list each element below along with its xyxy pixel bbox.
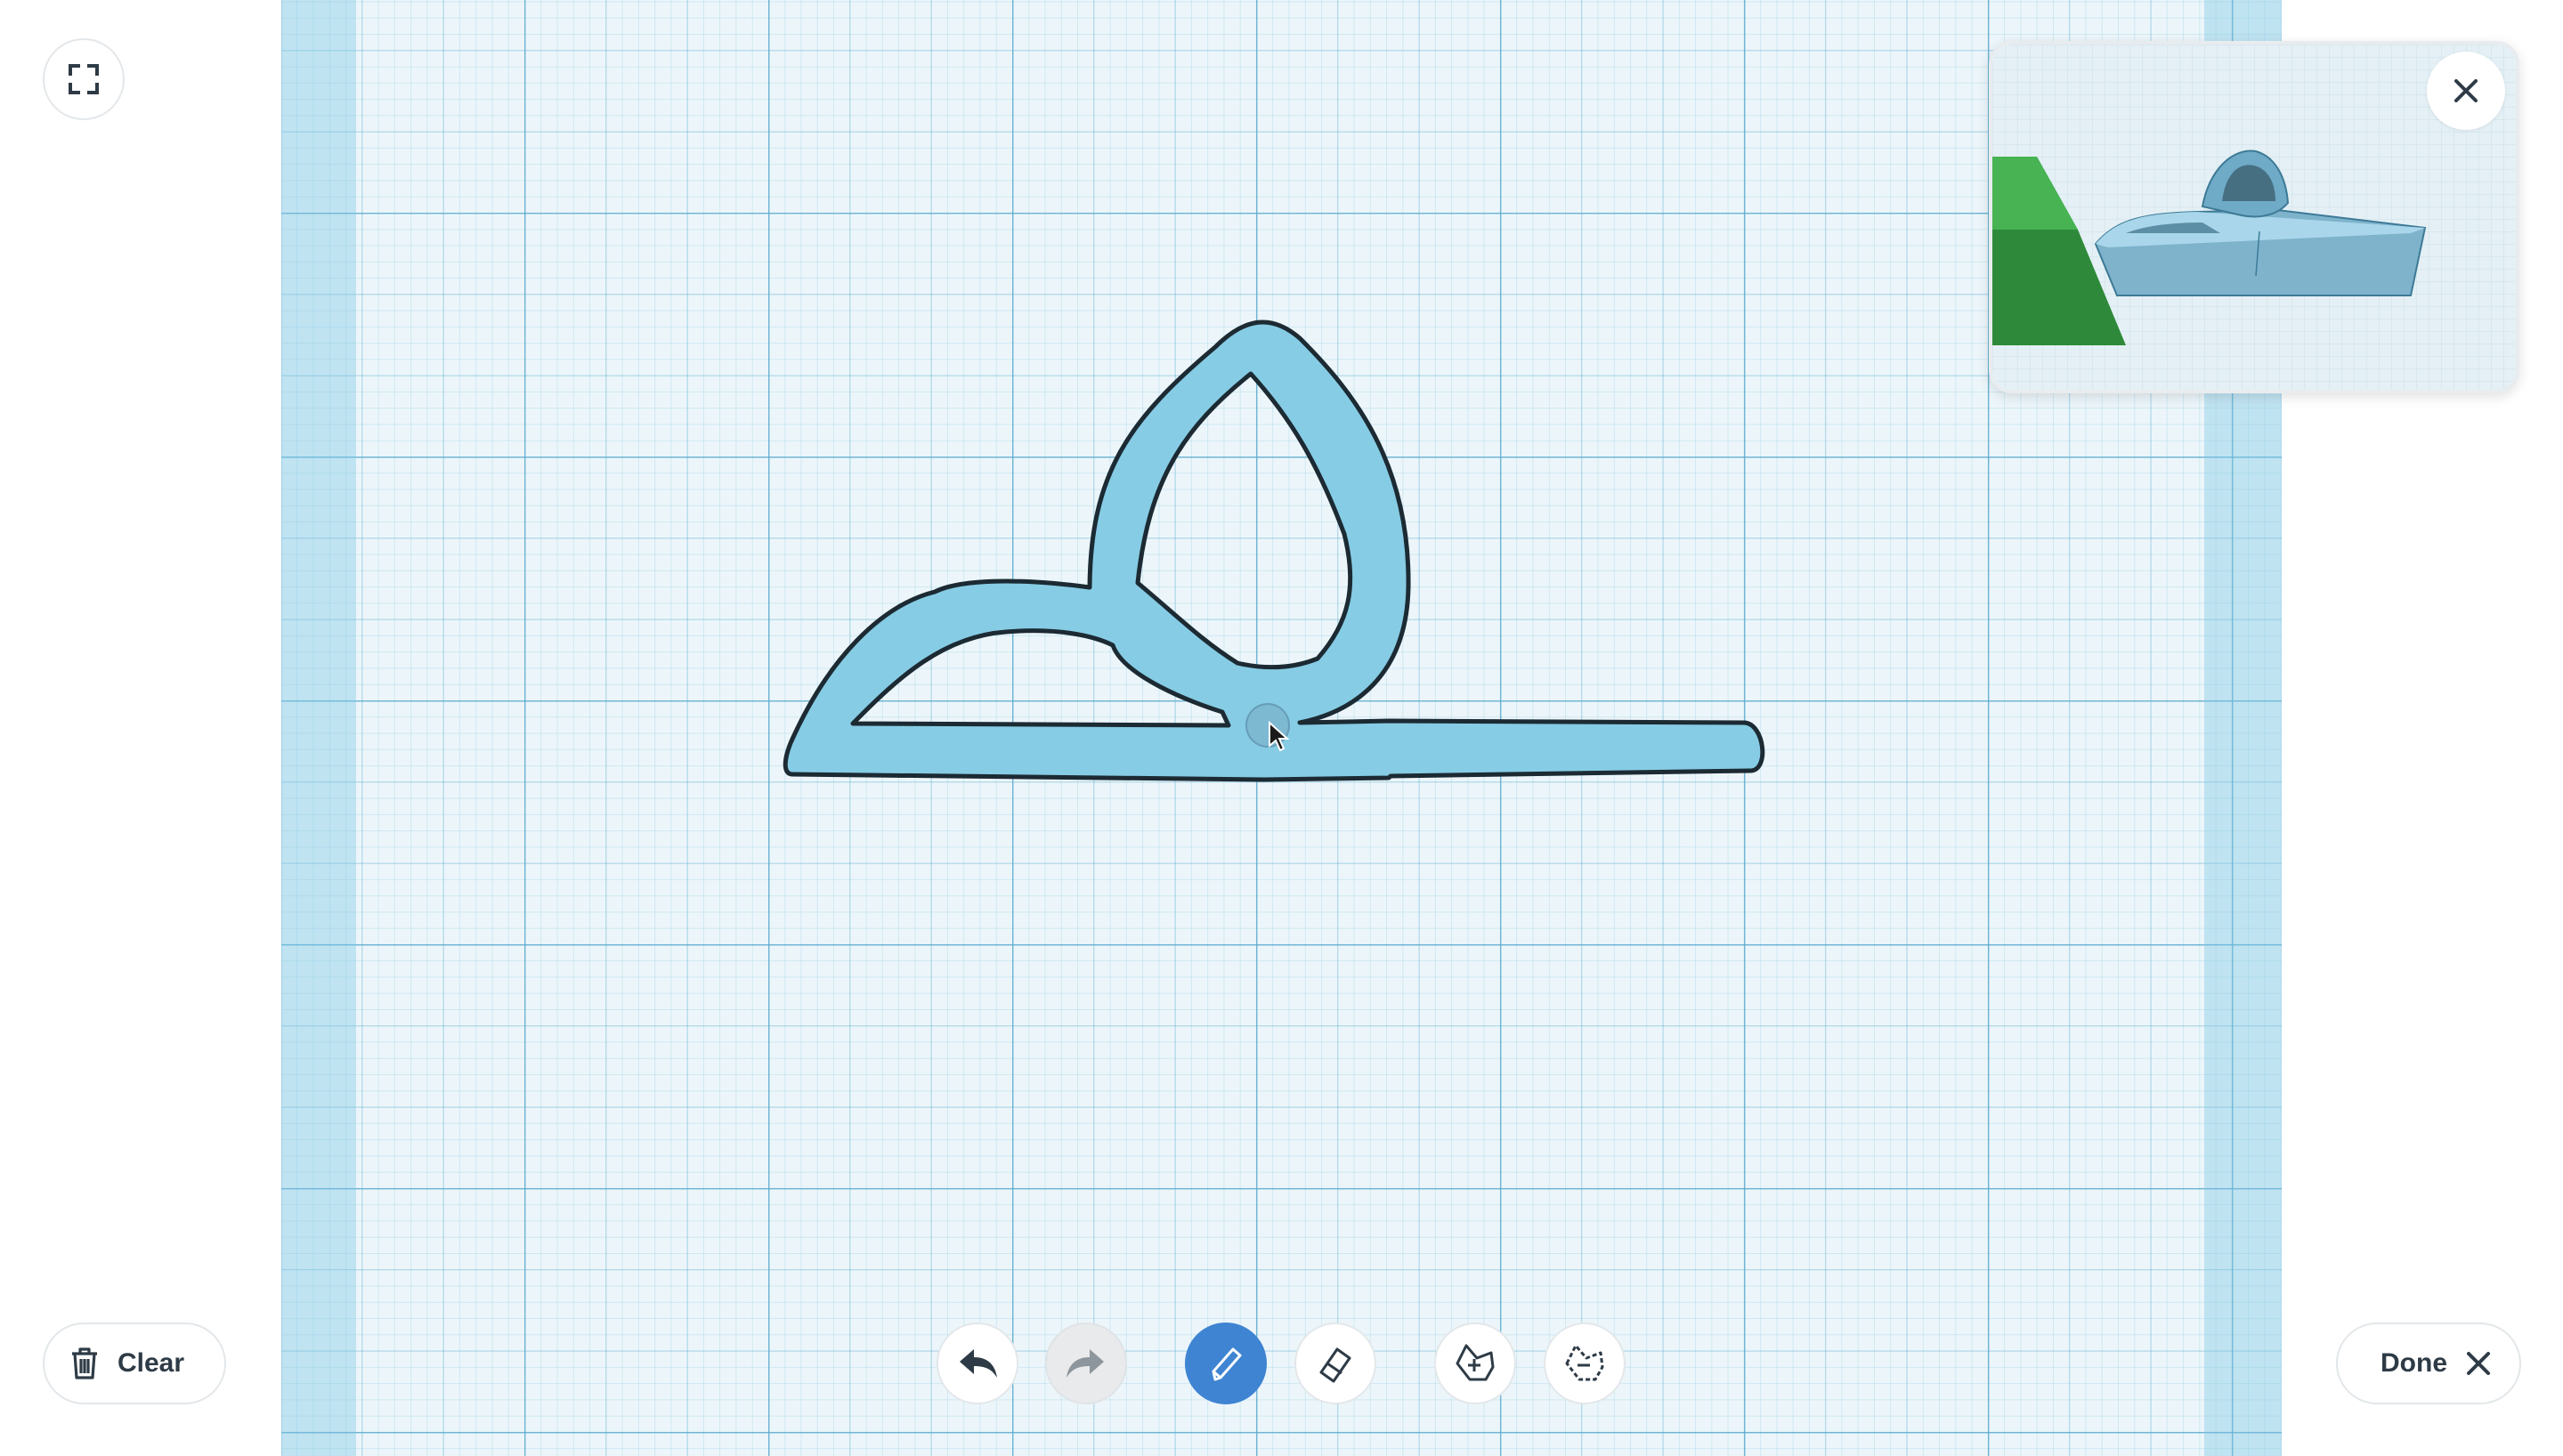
- close-icon: [2454, 79, 2478, 102]
- pencil-tool-button[interactable]: [1185, 1323, 1267, 1404]
- preview-close-button[interactable]: [2427, 52, 2505, 130]
- close-icon: [2467, 1352, 2490, 1375]
- pencil-icon: [1212, 1347, 1242, 1381]
- mouse-cursor-icon: [1269, 721, 1290, 752]
- shape-remove-icon: [1565, 1344, 1604, 1381]
- shape-add-button[interactable]: [1434, 1323, 1516, 1404]
- trash-icon: [72, 1347, 97, 1379]
- clear-label: Clear: [118, 1348, 185, 1378]
- redo-icon: [1067, 1349, 1104, 1378]
- redo-button[interactable]: [1045, 1323, 1127, 1404]
- done-label: Done: [2381, 1348, 2447, 1378]
- fullscreen-icon: [69, 64, 99, 94]
- shape-add-icon: [1456, 1344, 1495, 1381]
- done-button[interactable]: Done: [2336, 1323, 2521, 1404]
- clear-button[interactable]: Clear: [43, 1323, 226, 1404]
- eraser-icon: [1319, 1347, 1351, 1383]
- shape-remove-button[interactable]: [1544, 1323, 1626, 1404]
- undo-button[interactable]: [937, 1323, 1018, 1404]
- undo-icon: [960, 1349, 997, 1378]
- eraser-tool-button[interactable]: [1294, 1323, 1376, 1404]
- fullscreen-button[interactable]: [43, 38, 125, 120]
